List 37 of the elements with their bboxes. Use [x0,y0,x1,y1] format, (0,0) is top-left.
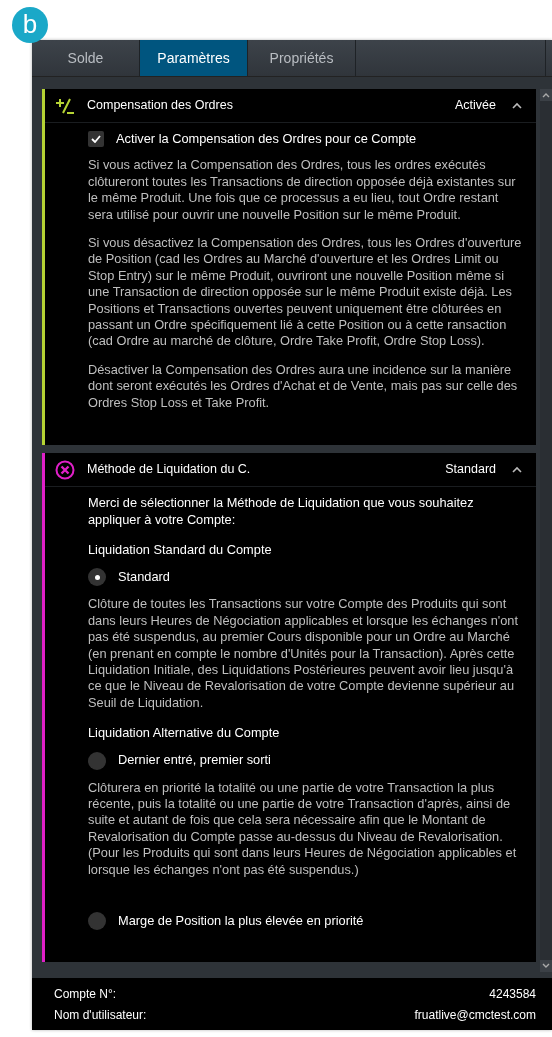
description-text: Clôture de toutes les Transactions sur votre Compte des Produits qui sont dans leurs Heures de Négociation applicables et lorsque les échanges n'ont pas été suspendus, au premier Cours disponible pour un Ordre au Marché (en prenant en compte le nombre d'Unités pour la Transaction). Après cette Liquidation Initiale, des Liquidations Postérieures peuvent avoir lieu jusqu'à ce que le Niveau de Revalorisation de votre Compte devienne supérieur au Seuil de Liquidation. [88,596,519,712]
scrollbar[interactable] [540,89,552,972]
section-header[interactable]: Compensation des Ordres Activée [45,89,536,123]
chevron-up-icon[interactable] [512,102,522,109]
radio-button[interactable] [88,751,106,770]
field-label: Nom d'utilisateur: [54,1007,147,1024]
tab[interactable]: Propriétés [248,40,356,76]
section-value: Standard [445,461,496,479]
description-text: Si vous désactivez la Compensation des Ordres, tous les Ordres d'ouverture de Position (cad les Ordres au Marché d'ouverture et les Ordres Limit ou Stop Entry) sur le même Produit, ouvriront une nouvelle Position même si une Transaction de direction opposée sur le même Produit existe déjà. Les Positions et Transactions ouvertes peuvent uniquement être clôturées en passant un Ordre spécifiquement lié à cette Position ou à cette ransaction (cad Ordre au marché de clôture, Ordre Take Profit, Ordre Stop Loss). [88,235,523,350]
radio-label: Marge de Position la plus élevée en priorité [118,912,364,930]
subheading: Liquidation Alternative du Compte [88,725,281,742]
description-text: Désactiver la Compensation des Ordres aura une incidence sur la manière dont seront exécutés les Ordres d'Achat et de Vente, mais pas sur celle des Ordres Stop Loss et Take Profit. [88,361,519,412]
description-text: Clôturera en priorité la totalité ou une partie de votre Transaction la plus récente, puis la totalité ou une partie de votre Transaction d'après, ainsi de suite et autant de fois que cela sera nécessaire afin que le Montant de Revalorisation du Compte passe au-dessus du Niveau de Revalorisation. (Pour les Produits qui sont dans leurs Heures de Négociation applicables et lorsque les échanges n'ont pas été suspendus.) [88,779,518,878]
checkmark-icon [91,135,101,144]
radio-button[interactable] [88,912,106,930]
radio-label: Standard [118,569,170,586]
radio-button[interactable] [88,568,106,587]
description-text: Si vous activez la Compensation des Ordres, tous les ordres exécutés clôtureront toutes les Transactions de direction opposée déjà existantes sur le même Produit. Une fois que ce processus a eu lieu, tout Ordre restant sera utilisé pour ouvrir une nouvelle Position sur le même Produit. [88,157,517,224]
section-value: Activée [455,97,496,115]
section-title: Compensation des Ordres [87,97,234,115]
scroll-up-icon[interactable] [540,89,552,101]
field-value: 4243584 [489,986,536,1003]
radio-label: Dernier entré, premier sorti [118,752,271,769]
tab[interactable]: Paramètres [140,40,248,76]
chevron-up-icon[interactable] [512,466,522,474]
subheading: Liquidation Standard du Compte [88,541,273,559]
instruction-text: Merci de sélectionner la Méthode de Liquidation que vous souhaitez appliquer à votre Compte: [88,495,475,528]
cross-circle-icon [55,459,75,480]
field-label: Compte N°: [54,986,117,1003]
section-title: Méthode de Liquidation du C. [87,461,252,479]
field-value: fruatlive@cmctest.com [414,1007,536,1024]
checkbox[interactable] [88,131,104,148]
scroll-down-icon[interactable] [540,960,552,972]
figure-label: b [12,7,48,43]
checkbox-label: Activer la Compensation des Ordres pour ce Compte [116,131,417,148]
plus-minus-icon [55,96,75,115]
section-header[interactable]: Méthode de Liquidation du C. Standard [45,453,536,488]
